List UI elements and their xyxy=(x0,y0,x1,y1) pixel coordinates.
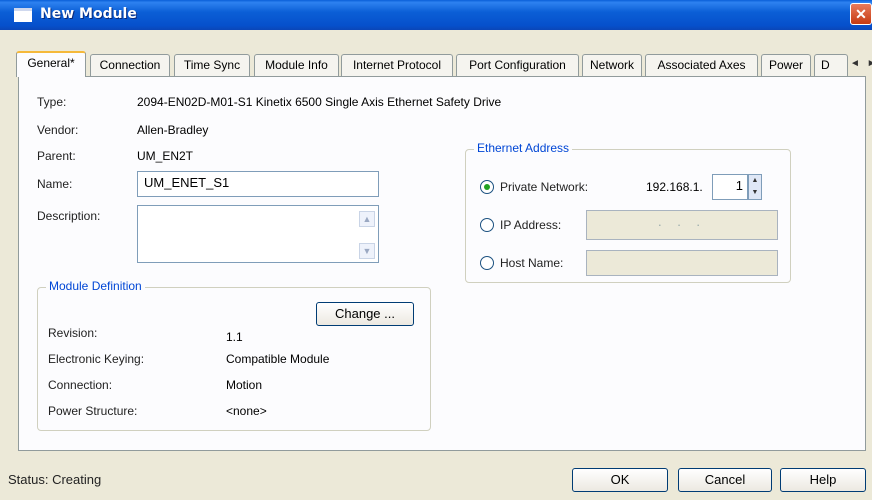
parent-label: Parent: xyxy=(37,149,76,163)
description-label: Description: xyxy=(37,209,101,223)
tab-strip: General* Connection Time Sync Module Inf… xyxy=(16,51,872,77)
tab-connection[interactable]: Connection xyxy=(90,54,170,76)
tab-power[interactable]: Power xyxy=(761,54,811,76)
power-structure-value: <none> xyxy=(226,404,267,418)
tab-scroll-arrows: ◄ ► xyxy=(850,54,872,74)
ip-address-label: IP Address: xyxy=(500,218,562,232)
chevron-right-icon[interactable]: ► xyxy=(867,58,872,69)
ip-address-field[interactable]: . . . xyxy=(586,210,778,240)
general-tab-panel: Type: 2094-EN02D-M01-S1 Kinetix 6500 Sin… xyxy=(18,76,866,451)
status-text: Status: Creating xyxy=(8,472,102,487)
connection-value: Motion xyxy=(226,378,263,392)
change-button[interactable]: Change ... xyxy=(316,302,414,326)
tab-time-sync[interactable]: Time Sync xyxy=(174,54,250,76)
name-field[interactable]: UM_ENET_S1 xyxy=(137,171,379,197)
tab-general[interactable]: General* xyxy=(16,51,86,77)
type-value: 2094-EN02D-M01-S1 Kinetix 6500 Single Ax… xyxy=(137,95,502,109)
ok-button[interactable]: OK xyxy=(572,468,668,492)
private-network-prefix: 192.168.1. xyxy=(646,180,703,194)
chevron-down-icon[interactable]: ▼ xyxy=(749,187,761,199)
scroll-up-icon[interactable]: ▲ xyxy=(359,211,375,227)
private-network-radio[interactable] xyxy=(480,180,494,194)
type-label: Type: xyxy=(37,95,67,109)
tab-truncated[interactable]: D xyxy=(814,54,848,76)
scroll-down-icon[interactable]: ▼ xyxy=(359,243,375,259)
cancel-button[interactable]: Cancel xyxy=(678,468,772,492)
electronic-keying-value: Compatible Module xyxy=(226,352,330,366)
module-definition-group: Module Definition Change ... Revision: 1… xyxy=(37,279,431,431)
host-name-label: Host Name: xyxy=(500,256,564,270)
revision-label: Revision: xyxy=(48,326,98,340)
private-network-octet-field[interactable]: 1 xyxy=(712,174,748,200)
electronic-keying-label: Electronic Keying: xyxy=(48,352,145,366)
ethernet-address-title: Ethernet Address xyxy=(474,141,573,155)
host-name-radio[interactable] xyxy=(480,256,494,270)
power-structure-label: Power Structure: xyxy=(48,404,138,418)
help-button[interactable]: Help xyxy=(780,468,866,492)
connection-label: Connection: xyxy=(48,378,113,392)
tab-module-info[interactable]: Module Info xyxy=(254,54,339,76)
vendor-label: Vendor: xyxy=(37,123,79,137)
chevron-left-icon[interactable]: ◄ xyxy=(850,58,860,69)
tab-network[interactable]: Network xyxy=(582,54,642,76)
window-icon xyxy=(14,8,32,22)
title-bar[interactable]: New Module ✕ xyxy=(0,0,872,30)
ip-address-radio[interactable] xyxy=(480,218,494,232)
tab-internet-protocol[interactable]: Internet Protocol xyxy=(341,54,453,76)
host-name-field[interactable] xyxy=(586,250,778,276)
status-bar: Status: Creating OK Cancel Help xyxy=(0,452,872,500)
tab-port-configuration[interactable]: Port Configuration xyxy=(456,54,579,76)
private-network-label: Private Network: xyxy=(500,180,589,194)
revision-value: 1.1 xyxy=(226,330,243,344)
close-button[interactable]: ✕ xyxy=(850,3,872,25)
description-field[interactable] xyxy=(137,205,379,263)
name-label: Name: xyxy=(37,177,73,191)
octet-spinner[interactable]: ▲ ▼ xyxy=(748,174,762,200)
tab-associated-axes[interactable]: Associated Axes xyxy=(645,54,758,76)
module-definition-title: Module Definition xyxy=(46,279,145,293)
parent-value: UM_EN2T xyxy=(137,149,194,163)
radio-selected-dot xyxy=(484,184,490,190)
chevron-up-icon[interactable]: ▲ xyxy=(749,175,761,187)
vendor-value: Allen-Bradley xyxy=(137,123,209,137)
ethernet-address-group: Ethernet Address Private Network: 192.16… xyxy=(465,141,791,283)
window-title: New Module xyxy=(40,6,137,22)
